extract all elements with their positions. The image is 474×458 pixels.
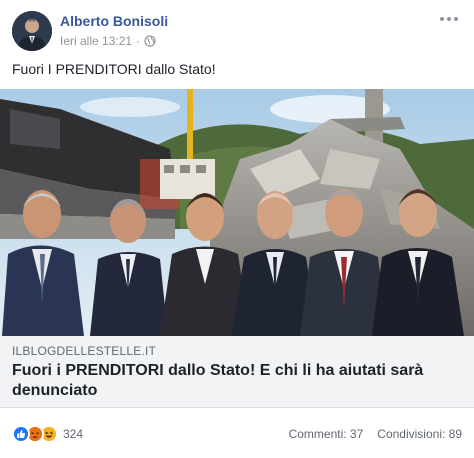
- link-domain: ILBLOGDELLESTELLE.IT: [12, 344, 157, 358]
- meta-separator: ·: [136, 34, 141, 48]
- reaction-summary[interactable]: 324: [12, 425, 83, 443]
- author-avatar[interactable]: [12, 11, 52, 51]
- shares-count[interactable]: Condivisioni: 89: [377, 427, 462, 441]
- link-preview-image[interactable]: [0, 89, 474, 336]
- ellipsis-icon[interactable]: [438, 12, 460, 26]
- facebook-post: Alberto Bonisoli Ieri alle 13:21 · Fuori…: [0, 0, 474, 458]
- post-meta: Ieri alle 13:21 ·: [60, 34, 156, 48]
- link-preview-caption[interactable]: ILBLOGDELLESTELLE.IT Fuori i PRENDITORI …: [0, 336, 474, 408]
- reaction-count: 324: [63, 427, 84, 441]
- post-footer: 324 Commenti: 37 Condivisioni: 89: [0, 420, 474, 448]
- link-headline[interactable]: Fuori i PRENDITORI dallo Stato! E chi li…: [12, 361, 462, 401]
- comments-count[interactable]: Commenti: 37: [289, 427, 364, 441]
- author-name[interactable]: Alberto Bonisoli: [60, 13, 168, 29]
- engagement-counts: Commenti: 37 Condivisioni: 89: [289, 427, 462, 441]
- globe-icon: [144, 35, 156, 47]
- like-icon: [12, 425, 30, 443]
- post-timestamp[interactable]: Ieri alle 13:21: [60, 34, 132, 48]
- post-text: Fuori I PRENDITORI dallo Stato!: [12, 61, 216, 77]
